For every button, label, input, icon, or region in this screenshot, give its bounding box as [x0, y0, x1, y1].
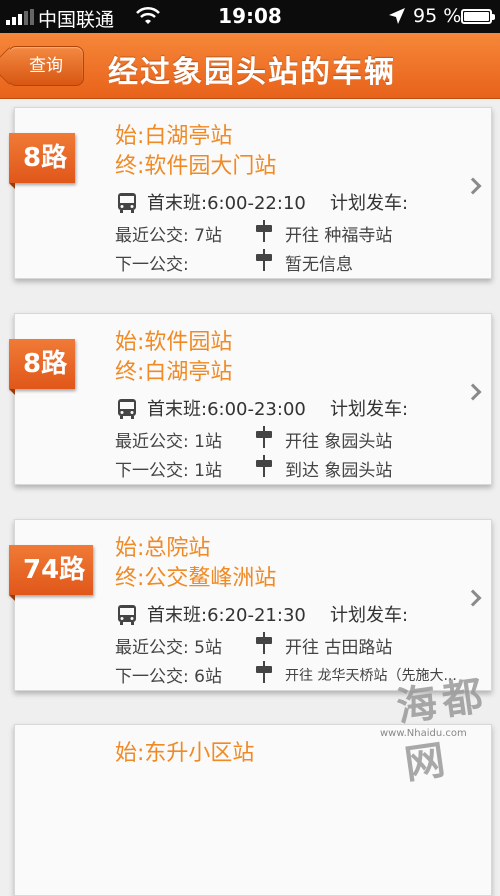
- planned-departure-label: 计划发车:: [330, 399, 409, 420]
- route-end-station: 终:软件园大门站: [115, 154, 277, 179]
- route-number-badge: 8路: [9, 133, 76, 189]
- nearest-bus-direction: 开往 古田路站: [285, 638, 393, 658]
- first-last-bus-time: 首末班:6:20-21:30: [147, 605, 306, 626]
- status-bar: 中国联通 19:08 95 %: [0, 0, 500, 33]
- nearest-bus-direction: 开往 种福寺站: [285, 226, 393, 246]
- navigation-bar: 查询 经过象园头站的车辆: [0, 33, 500, 99]
- route-start-station: 始:总院站: [115, 536, 211, 561]
- planned-departure-label: 计划发车:: [330, 193, 409, 214]
- bus-stop-icon: [256, 249, 272, 271]
- nearest-bus-label: 最近公交: 7站: [115, 226, 222, 246]
- planned-departure-label: 计划发车:: [330, 605, 409, 626]
- next-bus-label: 下一公交: 1站: [115, 461, 222, 481]
- bus-stop-icon: [256, 455, 272, 477]
- watermark-logo: 海都网: [393, 671, 492, 789]
- nearest-bus-direction: 开往 象园头站: [285, 432, 393, 452]
- bus-stop-icon: [256, 632, 272, 654]
- bus-route-card[interactable]: 74路 始:总院站 终:公交鳌峰洲站 首末班:6:20-21:30 计划发车: …: [9, 519, 492, 691]
- back-button[interactable]: 查询: [8, 46, 84, 86]
- bus-icon: [118, 605, 136, 625]
- bus-stop-icon: [256, 426, 272, 448]
- battery-icon: [461, 9, 495, 24]
- bus-route-card[interactable]: 8路 始:软件园站 终:白湖亭站 首末班:6:00-23:00 计划发车: 最近…: [9, 313, 492, 485]
- watermark-url: www.Nhaidu.com: [380, 728, 467, 739]
- route-start-station: 始:东升小区站: [115, 741, 255, 766]
- route-start-station: 始:软件园站: [115, 330, 233, 355]
- route-start-station: 始:白湖亭站: [115, 124, 233, 149]
- nearest-bus-label: 最近公交: 5站: [115, 638, 222, 658]
- battery-percent: 95 %: [413, 5, 462, 27]
- bus-icon: [118, 399, 136, 419]
- chevron-right-icon[interactable]: [464, 177, 482, 195]
- next-bus-label: 下一公交:: [115, 255, 189, 275]
- next-bus-label: 下一公交: 6站: [115, 667, 222, 687]
- route-number-badge: 8路: [9, 339, 76, 395]
- bus-icon: [118, 193, 136, 213]
- next-bus-direction: 到达 象园头站: [285, 461, 393, 481]
- nearest-bus-label: 最近公交: 1站: [115, 432, 222, 452]
- route-number-badge: 74路: [9, 545, 94, 601]
- bus-stop-icon: [256, 220, 272, 242]
- first-last-bus-time: 首末班:6:00-23:00: [147, 399, 306, 420]
- first-last-bus-time: 首末班:6:00-22:10: [147, 193, 306, 214]
- bus-stop-icon: [256, 661, 272, 683]
- page-title: 经过象园头站的车辆: [108, 55, 396, 90]
- route-end-station: 终:白湖亭站: [115, 360, 233, 385]
- chevron-right-icon[interactable]: [464, 589, 482, 607]
- route-end-station: 终:公交鳌峰洲站: [115, 566, 277, 591]
- next-bus-direction: 暂无信息: [285, 255, 353, 275]
- bus-route-card[interactable]: 8路 始:白湖亭站 终:软件园大门站 首末班:6:00-22:10 计划发车: …: [9, 107, 492, 279]
- location-arrow-icon: [389, 8, 405, 24]
- chevron-right-icon[interactable]: [464, 383, 482, 401]
